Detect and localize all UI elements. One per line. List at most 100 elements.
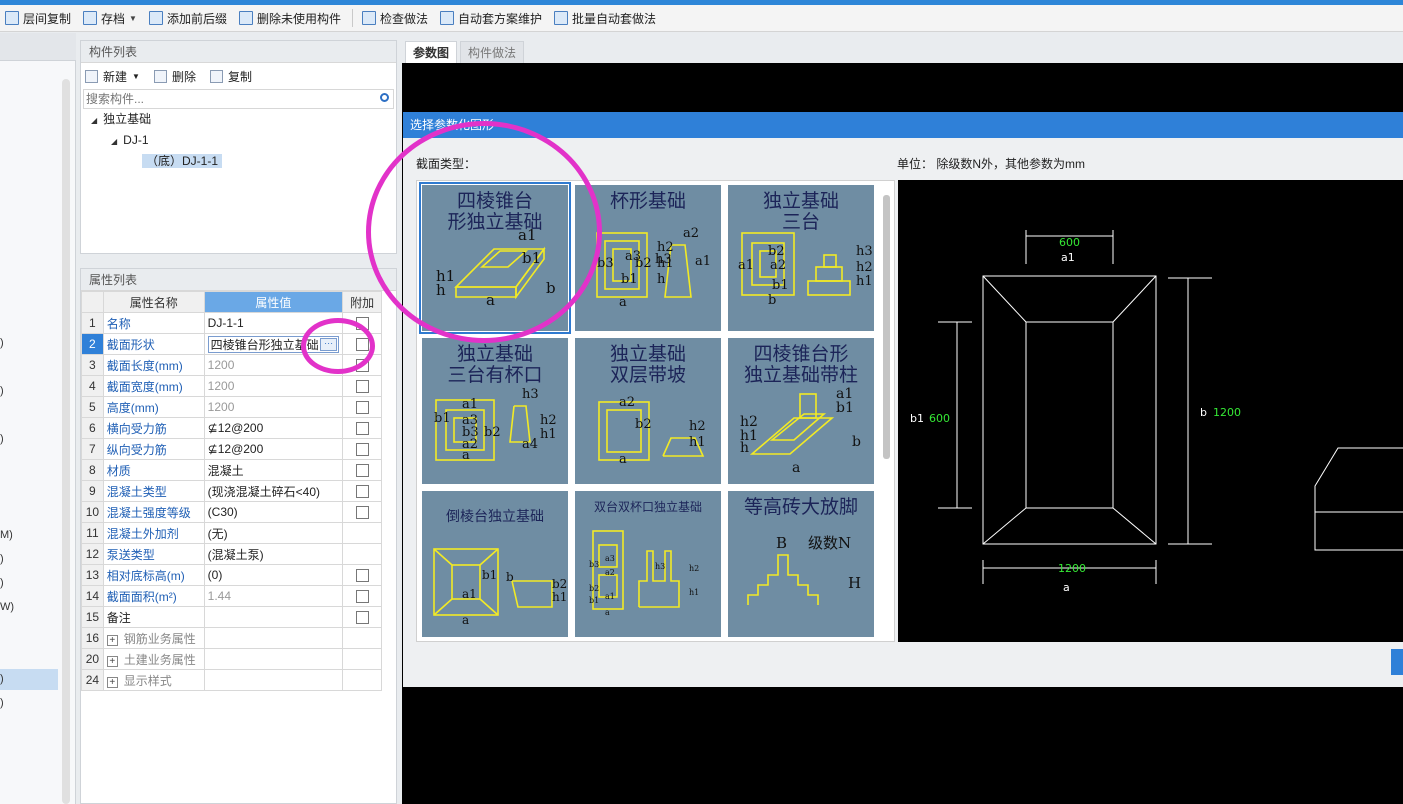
- property-value[interactable]: 1.44: [203, 585, 344, 607]
- property-name: 截面宽度(mm): [102, 375, 205, 397]
- property-row[interactable]: 13 相对底标高(m) (0): [81, 564, 382, 586]
- tab-component-method[interactable]: 构件做法: [460, 41, 525, 63]
- navigation-header: [0, 33, 76, 61]
- shape-option[interactable]: B 级数N H 等高砖大放脚: [728, 491, 874, 637]
- property-value[interactable]: ⊈12@200: [203, 417, 344, 439]
- nav-item[interactable]: ): [0, 697, 4, 709]
- navigation-selected-item[interactable]: [0, 669, 58, 690]
- nav-item[interactable]: W): [0, 601, 14, 613]
- shape-option-title: 等高砖大放脚: [728, 497, 874, 518]
- property-row[interactable]: 14 截面面积(m²) 1.44: [81, 585, 382, 607]
- shape-option[interactable]: a3 a2 a1 b3 b2 b1 h3 h2 h1 a 双台双杯口独立基础: [575, 491, 721, 637]
- nav-item[interactable]: ): [0, 553, 4, 565]
- shape-option[interactable]: b2 a2 a1 b1 h3 h2 h1 b 独立基础 三台: [728, 185, 874, 331]
- property-header-row: 属性名称 属性值 附加: [81, 291, 382, 313]
- property-value[interactable]: (C30): [203, 501, 344, 523]
- property-row[interactable]: 4 截面宽度(mm) 1200: [81, 375, 382, 397]
- property-row[interactable]: 15 备注: [81, 606, 382, 628]
- shape-dimension-label: a: [619, 295, 627, 310]
- confirm-button[interactable]: [1391, 649, 1403, 675]
- property-name: 相对底标高(m): [102, 564, 205, 586]
- archive-button[interactable]: 存档 ▼: [78, 7, 142, 29]
- dimension-label: a: [1063, 581, 1070, 594]
- nav-item[interactable]: ): [0, 337, 4, 349]
- property-value[interactable]: (0): [203, 564, 344, 586]
- nav-item[interactable]: ): [0, 673, 4, 685]
- shape-option[interactable]: a1 b1 a3 b3 b2 a2 a4 h3 h2 h1 a 独立基础 三台有杯口: [422, 338, 568, 484]
- extra-checkbox[interactable]: [355, 611, 369, 625]
- extra-checkbox[interactable]: [355, 590, 369, 604]
- shape-dimension-label: a: [605, 608, 610, 617]
- shape-option[interactable]: b1 a1 b b2 h1 a 倒棱台独立基础: [422, 491, 568, 637]
- shape-dimension-label: 级数N: [808, 534, 851, 552]
- property-row[interactable]: 10 混凝土强度等级 (C30): [81, 501, 382, 523]
- navigation-scrollbar[interactable]: [62, 79, 70, 804]
- tab-parameter-diagram[interactable]: 参数图: [405, 41, 458, 63]
- expand-plus-icon[interactable]: +: [106, 676, 118, 688]
- extra-checkbox[interactable]: [355, 569, 369, 583]
- tree-item-dj1-1[interactable]: （底）DJ-1-1: [81, 151, 396, 172]
- search-icon[interactable]: [380, 93, 389, 102]
- property-value[interactable]: (现浇混凝土碎石<40): [203, 480, 344, 502]
- extra-checkbox[interactable]: [355, 485, 369, 499]
- check-method-button[interactable]: 检查做法: [357, 7, 433, 29]
- expand-triangle-icon[interactable]: ◢: [91, 110, 97, 131]
- shape-dimension-label: b2: [635, 256, 652, 271]
- extra-cell: [342, 501, 382, 523]
- copy-component-button[interactable]: 复制: [209, 68, 252, 85]
- copy-floor-button[interactable]: 层间复制: [0, 7, 76, 29]
- shape-title-line: 三台有杯口: [447, 364, 543, 386]
- property-value[interactable]: (无): [203, 522, 344, 544]
- extra-cell: [342, 564, 382, 586]
- extra-checkbox[interactable]: [355, 443, 369, 457]
- expand-plus-icon[interactable]: +: [106, 634, 118, 646]
- component-search-input[interactable]: [84, 90, 393, 108]
- extra-checkbox[interactable]: [355, 422, 369, 436]
- property-value[interactable]: 混凝土: [203, 459, 344, 481]
- new-component-button[interactable]: 新建 ▼: [85, 68, 140, 85]
- shape-dimension-label: H: [848, 574, 861, 592]
- property-group-row[interactable]: 20 + 土建业务属性: [81, 648, 382, 670]
- property-row[interactable]: 5 高度(mm) 1200: [81, 396, 382, 418]
- shape-grid-scrollbar[interactable]: [883, 195, 890, 459]
- toolbar-divider: [351, 9, 353, 27]
- auto-scheme-button[interactable]: 自动套方案维护: [435, 7, 547, 29]
- batch-auto-button[interactable]: 批量自动套做法: [549, 7, 661, 29]
- property-value[interactable]: 1200: [203, 375, 344, 397]
- property-row[interactable]: 11 混凝土外加剂 (无): [81, 522, 382, 544]
- shape-option[interactable]: a2 b2 h2 h1 a 独立基础 双层带坡: [575, 338, 721, 484]
- extra-checkbox[interactable]: [355, 464, 369, 478]
- nav-item[interactable]: ): [0, 577, 4, 589]
- delete-component-button[interactable]: 删除: [153, 68, 196, 85]
- extra-checkbox[interactable]: [355, 401, 369, 415]
- property-value[interactable]: (混凝土泵): [203, 543, 344, 565]
- expand-triangle-icon[interactable]: ◢: [111, 131, 117, 152]
- property-row[interactable]: 7 纵向受力筋 ⊈12@200: [81, 438, 382, 460]
- property-row[interactable]: 8 材质 混凝土: [81, 459, 382, 481]
- extra-checkbox[interactable]: [355, 506, 369, 520]
- dimension-label: a1: [1061, 251, 1075, 264]
- property-row[interactable]: 9 混凝土类型 (现浇混凝土碎石<40): [81, 480, 382, 502]
- nav-item[interactable]: M): [0, 529, 13, 541]
- property-value[interactable]: 1200: [203, 396, 344, 418]
- add-prefix-suffix-button[interactable]: 添加前后缀: [144, 7, 232, 29]
- shape-dimension-label: b2: [768, 244, 785, 259]
- property-group-row[interactable]: 16 + 钢筋业务属性: [81, 627, 382, 649]
- property-group-row[interactable]: 24 + 显示样式: [81, 669, 382, 691]
- tree-item-dj1[interactable]: ◢ DJ-1: [81, 130, 396, 151]
- delete-unused-button[interactable]: 删除未使用构件: [234, 7, 346, 29]
- nav-item[interactable]: ): [0, 385, 4, 397]
- expand-plus-icon[interactable]: +: [106, 655, 118, 667]
- extra-checkbox[interactable]: [355, 380, 369, 394]
- tree-item-root[interactable]: ◢ 独立基础: [81, 109, 396, 130]
- property-value[interactable]: [203, 606, 344, 628]
- shape-option[interactable]: a1 b1 h2 h1 h b a 四棱锥台形 独立基础带柱: [728, 338, 874, 484]
- property-row[interactable]: 12 泵送类型 (混凝土泵): [81, 543, 382, 565]
- shape-dimension-label: a: [462, 448, 470, 463]
- chevron-down-icon: ▼: [132, 71, 140, 81]
- preview-edge: [1112, 275, 1157, 323]
- property-row[interactable]: 6 横向受力筋 ⊈12@200: [81, 417, 382, 439]
- property-value[interactable]: ⊈12@200: [203, 438, 344, 460]
- nav-item[interactable]: ): [0, 433, 4, 445]
- row-number: 12: [81, 543, 104, 565]
